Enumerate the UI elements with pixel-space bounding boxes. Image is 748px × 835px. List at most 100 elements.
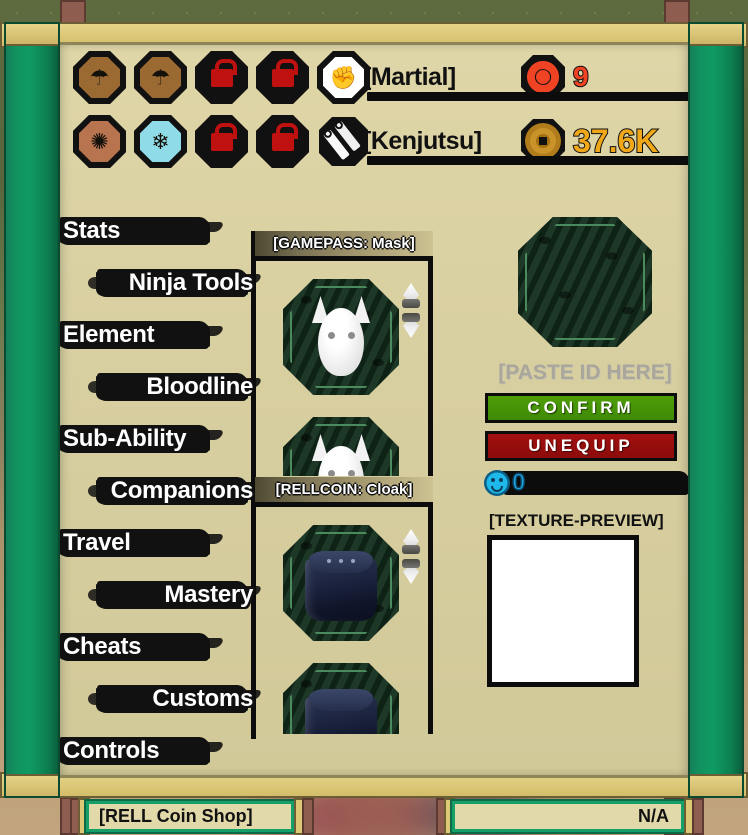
spin-count: 9 [572, 60, 590, 93]
lock-icon [210, 58, 237, 87]
sidebar-item-customs[interactable]: Customs [59, 673, 259, 725]
cloak-thumbnail[interactable] [283, 663, 399, 734]
element-slot-scorch[interactable]: ✺ [73, 115, 126, 168]
mode-label-kenjutsu: [Kenjutsu] [363, 126, 482, 155]
confirm-button[interactable]: CONFIRM [485, 393, 677, 423]
ability-slot-earth-2[interactable]: ☂ [134, 51, 187, 104]
cloak-stud [327, 559, 331, 563]
element-slot-locked-2[interactable] [256, 115, 309, 168]
scroll-roll-right [688, 22, 744, 798]
sidebar-item-element[interactable]: Element [59, 309, 259, 361]
panel-body-cloak [255, 507, 433, 734]
kunai-up-icon[interactable] [400, 529, 422, 555]
list-item[interactable] [283, 417, 399, 476]
sidebar-item-label: Bloodline [146, 373, 253, 400]
kunai-grip [402, 299, 420, 308]
earth-icon: ☂ [140, 57, 181, 98]
tab-label: N/A [638, 806, 669, 826]
panel-title: [RELLCOIN: Cloak] [275, 481, 413, 498]
lock-icon [271, 122, 298, 151]
status-row-martial: ☂ ☂ ✊ [Martial] 9 [67, 45, 689, 109]
sidebar-item-travel[interactable]: Travel [59, 517, 259, 569]
roll-cap-top [690, 24, 742, 46]
sidebar-item-label: Element [63, 321, 155, 348]
panel-header-mask: [GAMEPASS: Mask] [255, 231, 433, 261]
sidebar-item-label: Controls [63, 737, 160, 764]
ability-slot-locked-2[interactable] [256, 51, 309, 104]
rell-coin-icon [484, 470, 510, 496]
sidebar-item-label: Companions [110, 477, 254, 504]
cloak-art [301, 683, 381, 734]
fox-mask-art [310, 434, 372, 476]
ability-slot-locked-1[interactable] [195, 51, 248, 104]
rell-coin-amount: 0 [511, 468, 526, 497]
mask-eye-right [348, 332, 355, 339]
item-panel-cloak: [RELLCOIN: Cloak] [255, 477, 433, 739]
bottom-tab-bar: [RELL Coin Shop] N/A [0, 798, 748, 835]
tab-peg [692, 798, 704, 835]
element-slot-locked-1[interactable] [195, 115, 248, 168]
paste-id-input[interactable]: [PASTE ID HERE] [479, 361, 689, 385]
ink-underline-spins [519, 92, 689, 101]
mask-eye-left [328, 332, 335, 339]
list-item[interactable] [283, 663, 399, 734]
cloak-scrollbar[interactable] [400, 529, 426, 587]
ability-slot-earth-1[interactable]: ☂ [73, 51, 126, 104]
roll-cap-bottom [690, 774, 742, 796]
sidebar-item-controls[interactable]: Controls [59, 725, 259, 775]
panel-title: [GAMEPASS: Mask] [273, 235, 415, 252]
mode-label-martial-wrap: [Martial] [363, 57, 456, 97]
sidebar-item-label: Ninja Tools [128, 269, 254, 296]
element-slot-ice[interactable]: ❄ [134, 115, 187, 168]
scroll-roll-left [4, 22, 60, 798]
thumb-border [525, 224, 645, 340]
panel-header-cloak: [RELLCOIN: Cloak] [255, 477, 433, 507]
mask-thumbnail[interactable] [283, 279, 399, 395]
sidebar-item-mastery[interactable]: Mastery [59, 569, 259, 621]
mask-face [318, 308, 364, 376]
sidebar-item-companions[interactable]: Companions [59, 465, 259, 517]
mode-label-kenjutsu-wrap: [Kenjutsu] [363, 121, 482, 161]
unequip-button[interactable]: UNEQUIP [485, 431, 677, 461]
sidebar-item-label: Travel [63, 529, 131, 556]
sidebar-item-sub-ability[interactable]: Sub-Ability [59, 413, 259, 465]
sidebar-item-cheats[interactable]: Cheats [59, 621, 259, 673]
sidebar-item-bloodline[interactable]: Bloodline [59, 361, 259, 413]
sidebar-item-label: Customs [152, 685, 253, 712]
sidebar-item-label: Stats [63, 217, 121, 244]
cloak-stud [351, 559, 355, 563]
mask-eye-right [348, 470, 355, 476]
sidebar-item-label: Cheats [63, 633, 142, 660]
kunai-grip [402, 545, 420, 554]
kunai-grip [402, 559, 420, 568]
kunai-down-icon[interactable] [400, 312, 422, 338]
texture-preview-box [487, 535, 639, 687]
sidebar-item-ninja-tools[interactable]: Ninja Tools [59, 257, 259, 309]
texture-preview-label: [TEXTURE-PREVIEW] [489, 511, 664, 530]
cloak-art [301, 545, 381, 621]
kunai-down-icon[interactable] [400, 558, 422, 584]
mask-scrollbar[interactable] [400, 283, 426, 341]
list-item[interactable] [283, 279, 399, 395]
sidebar-item-label: Sub-Ability [63, 425, 187, 452]
sidebar-menu: Stats Ninja Tools Element Bloodline Sub-… [59, 205, 259, 775]
cloak-thumbnail[interactable] [283, 525, 399, 641]
fist-icon: ✊ [323, 57, 364, 98]
sidebar-item-stats[interactable]: Stats [59, 205, 259, 257]
status-header: ☂ ☂ ✊ [Martial] 9 ✺ ❄ [Kenjutsu] 37.6K [67, 45, 689, 173]
roll-cap-bottom [6, 774, 58, 796]
list-item[interactable] [283, 525, 399, 641]
menu-parchment-page: ☂ ☂ ✊ [Martial] 9 ✺ ❄ [Kenjutsu] 37.6K S… [56, 42, 692, 778]
cloak-collar [309, 689, 373, 711]
kunai-up-icon[interactable] [400, 283, 422, 309]
rell-coin-balance: 0 [483, 467, 689, 499]
empty-pattern-tile[interactable] [518, 217, 652, 347]
tab-status[interactable]: N/A [452, 801, 684, 832]
tab-rell-coin-shop[interactable]: [RELL Coin Shop] [86, 801, 294, 832]
mask-thumbnail[interactable] [283, 417, 399, 476]
lock-icon [210, 122, 237, 151]
cloak-stud [339, 559, 343, 563]
ink-underline-ryo [519, 156, 689, 165]
lock-icon [271, 58, 298, 87]
fox-mask-art [310, 296, 372, 378]
